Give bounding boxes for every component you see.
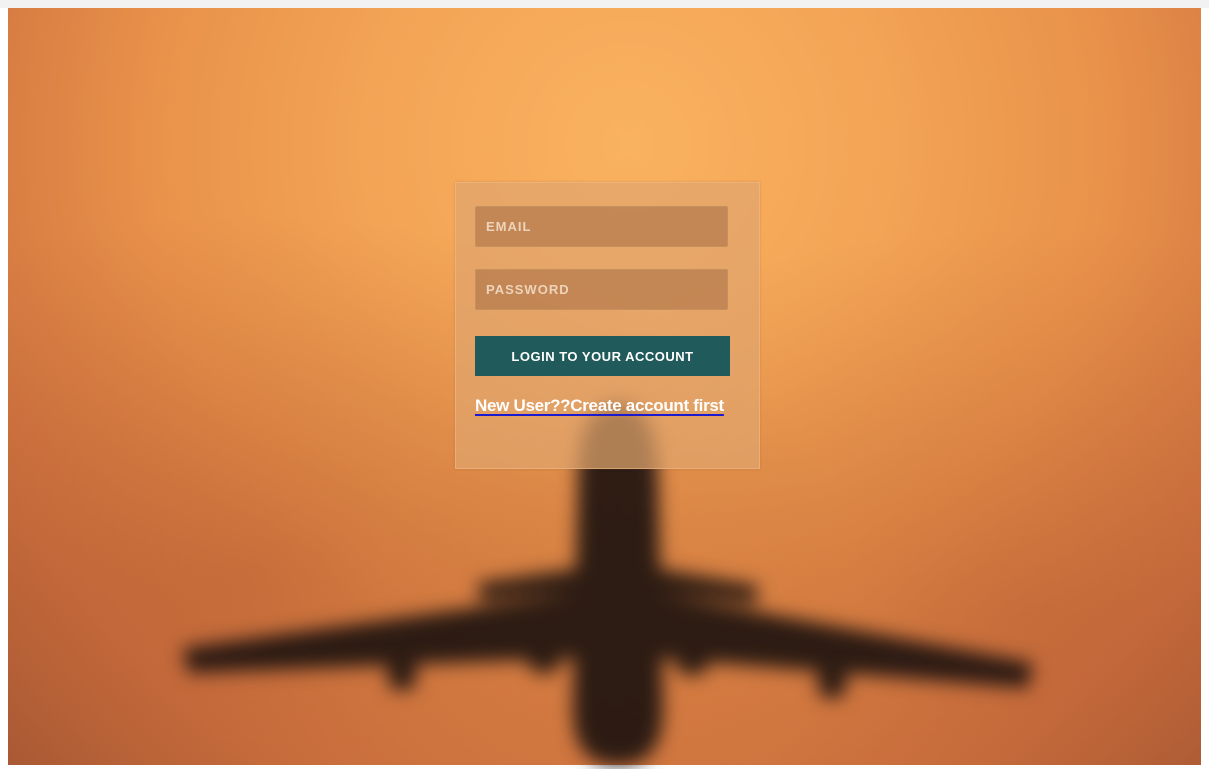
top-strip <box>0 0 1209 8</box>
login-page: LOGIN TO YOUR ACCOUNT New User??Create a… <box>0 0 1209 769</box>
login-button[interactable]: LOGIN TO YOUR ACCOUNT <box>475 336 730 376</box>
login-card: LOGIN TO YOUR ACCOUNT New User??Create a… <box>455 182 760 469</box>
email-field[interactable] <box>475 206 728 247</box>
password-field[interactable] <box>475 269 728 310</box>
create-account-link[interactable]: New User??Create account first <box>475 396 730 416</box>
